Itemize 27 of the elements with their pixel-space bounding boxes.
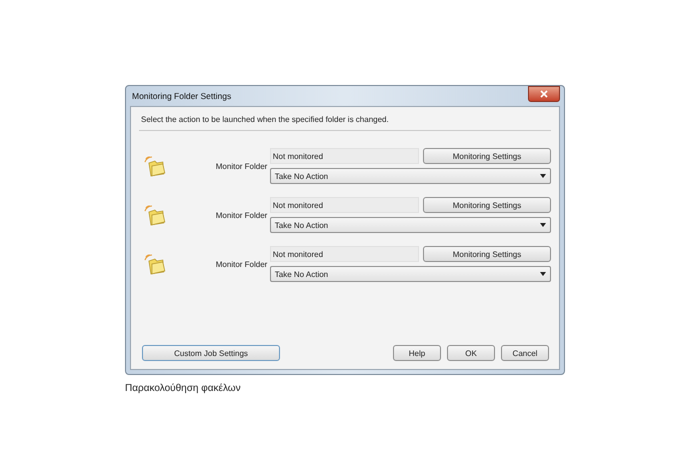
- action-dropdown[interactable]: Take No Action: [270, 266, 551, 282]
- window-title: Monitoring Folder Settings: [131, 91, 232, 101]
- folder-icon: [143, 155, 167, 177]
- action-dropdown[interactable]: Take No Action: [270, 217, 551, 233]
- dialog-button[interactable]: Cancel: [501, 345, 549, 361]
- dropdown-arrow-icon: [540, 272, 546, 276]
- close-icon: [540, 90, 548, 98]
- dialog-button[interactable]: Help: [393, 345, 441, 361]
- folder-label: Monitor Folder: [216, 162, 266, 170]
- caption-text: Παρακολούθηση φακέλων: [125, 383, 242, 394]
- status-field: Not monitored: [270, 148, 419, 164]
- custom-job-settings-button[interactable]: Custom Job Settings: [142, 345, 280, 361]
- status-field: Not monitored: [270, 197, 419, 213]
- status-field: Not monitored: [270, 246, 419, 262]
- folder-icon: [143, 204, 167, 226]
- action-dropdown[interactable]: Take No Action: [270, 168, 551, 184]
- folder-label: Monitor Folder: [216, 210, 266, 220]
- monitoring-settings-button[interactable]: Monitoring Settings: [423, 246, 551, 262]
- instruction-text: Select the action to be launched when the specified folder is changed.: [139, 107, 551, 131]
- dropdown-arrow-icon: [540, 223, 546, 227]
- monitoring-settings-button[interactable]: Monitoring Settings: [423, 197, 551, 213]
- dialog-button[interactable]: OK: [447, 345, 495, 361]
- dropdown-arrow-icon: [540, 174, 546, 178]
- folder-icon: [143, 253, 167, 275]
- close-button[interactable]: [528, 86, 560, 102]
- monitoring-settings-button[interactable]: Monitoring Settings: [423, 148, 551, 164]
- folder-label: Monitor Folder: [216, 260, 266, 268]
